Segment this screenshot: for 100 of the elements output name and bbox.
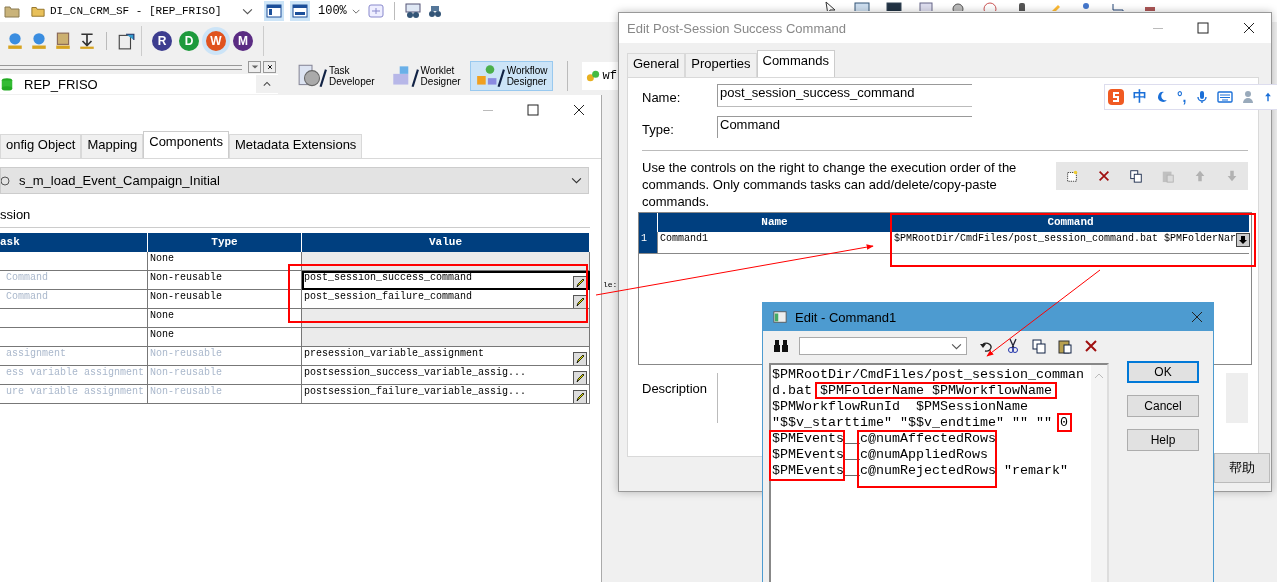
workspace-tab[interactable]: wf [581, 62, 618, 90]
table-cell: Command1 [657, 232, 891, 254]
view-button[interactable] [264, 1, 284, 21]
value-cell[interactable]: post_session_success_command [302, 271, 590, 290]
tool-button[interactable]: Task Developer [292, 61, 380, 91]
row-header[interactable]: 1 [639, 232, 657, 254]
client-button[interactable]: W [204, 29, 228, 53]
close-icon[interactable] [1243, 22, 1255, 34]
command-cell[interactable]: $PMRootDir/CmdFiles/post_session_command.bat $PMFolderNar [891, 232, 1249, 254]
punctuation-toggle[interactable]: °, [1177, 89, 1187, 105]
column-header[interactable]: Name [657, 213, 891, 232]
close-icon [265, 64, 274, 70]
down-arrow-icon [1225, 169, 1239, 183]
folder-icon[interactable] [4, 3, 20, 19]
maximize-icon[interactable] [527, 104, 539, 116]
name-field[interactable]: post_session_success_command [717, 84, 972, 107]
tab[interactable]: Mapping [81, 134, 144, 158]
dialog-button[interactable]: Help [1127, 429, 1199, 451]
copy-icon [1129, 169, 1143, 183]
table-cell: None [148, 252, 302, 271]
view-button[interactable] [290, 1, 310, 21]
table-cell: None [148, 328, 302, 347]
moon-icon[interactable] [1155, 90, 1169, 104]
scissors-icon[interactable] [1005, 338, 1021, 354]
table-cell: Non-reusable [148, 366, 302, 385]
caret-icon [571, 177, 582, 184]
tab[interactable]: onfig Object [0, 134, 82, 158]
table-cell: Non-reusable [148, 385, 302, 404]
chevron-up-icon [263, 81, 271, 87]
globe-icon[interactable] [30, 32, 48, 50]
value-cell[interactable] [302, 328, 590, 347]
shapes-icon [474, 63, 505, 89]
binoculars-icon[interactable] [773, 338, 789, 354]
edit-button[interactable] [573, 276, 587, 289]
table-cell: ure variable assignment [0, 385, 148, 404]
panel-icon [292, 3, 308, 19]
highlight-box [1056, 413, 1072, 432]
globe-icon[interactable] [6, 32, 24, 50]
table-cell: None [148, 309, 302, 328]
tool-button[interactable]: Workflow Designer [469, 61, 553, 91]
keyboard-icon[interactable] [1216, 89, 1233, 105]
instructions-text: Use the controls on the right to change the execution order of the commands. Only commands tasks can add/delete/copy-paste commands. [642, 159, 1018, 210]
window-icon [773, 310, 787, 324]
database-icon [0, 77, 14, 91]
field-label: Type: [642, 121, 675, 137]
tool-button[interactable]: Worklet Designer [383, 61, 466, 91]
client-button[interactable]: M [231, 29, 255, 53]
tab[interactable]: Commands [756, 50, 835, 77]
paste-icon [1161, 169, 1175, 183]
help-button[interactable]: 帮助 [1214, 453, 1270, 483]
column-header[interactable]: Value [302, 233, 590, 252]
column-header[interactable]: Type [148, 233, 302, 252]
microphone-icon[interactable] [1194, 90, 1209, 104]
table-cell: Command [0, 290, 148, 309]
copy-icon[interactable] [1031, 338, 1047, 354]
tab[interactable]: Properties [685, 53, 757, 77]
canvas-label: le: [603, 280, 618, 289]
dialog-button[interactable]: Cancel [1127, 395, 1199, 417]
shapes-icon [585, 69, 600, 83]
section-label: ssion [0, 207, 31, 222]
dialog-button[interactable]: OK [1127, 361, 1199, 383]
close-button[interactable] [263, 61, 276, 73]
binoculars-icon[interactable] [427, 3, 443, 19]
caret-icon [351, 7, 360, 15]
tab[interactable]: Components [143, 131, 229, 158]
tab[interactable]: Metadata Extensions [228, 134, 363, 158]
input-mode-toggle[interactable]: 中 [1133, 88, 1147, 106]
edit-button[interactable] [573, 295, 587, 308]
new-icon [1065, 169, 1079, 183]
repository-name[interactable]: REP_FRISO [24, 76, 98, 92]
window-title: Edit - Command1 [795, 309, 897, 325]
field-label: Description [642, 380, 708, 396]
clipboard-icon[interactable] [117, 32, 135, 50]
binoculars-icon[interactable] [405, 3, 421, 19]
pointer-icon[interactable] [822, 1, 838, 11]
client-button[interactable]: R [150, 29, 174, 53]
close-icon[interactable] [573, 104, 585, 116]
paste-icon[interactable] [1057, 338, 1073, 354]
table-cell: Non-reusable [148, 347, 302, 366]
session-combo[interactable]: s_m_load_Event_Campaign_Initial [0, 167, 589, 194]
client-button[interactable]: D [177, 29, 201, 53]
maximize-icon[interactable] [1197, 22, 1209, 34]
type-field: Command [717, 116, 972, 138]
delete-icon[interactable] [1083, 338, 1099, 354]
table-cell: Command [0, 271, 148, 290]
table-cell: assignment [0, 347, 148, 366]
up-arrow-icon [1193, 169, 1207, 183]
caret-icon [951, 342, 962, 350]
dropdown-button[interactable] [1236, 233, 1251, 247]
transfer-icon[interactable] [78, 32, 96, 50]
field-label: Name: [642, 89, 682, 105]
panel-icon [266, 3, 282, 19]
delete-icon [1097, 169, 1111, 183]
column-header[interactable]: ask [0, 233, 148, 252]
s-logo-icon[interactable] [1107, 88, 1125, 106]
stack-icon[interactable] [54, 32, 72, 50]
value-cell[interactable]: post_session_failure_command [302, 290, 590, 309]
tab[interactable]: General [627, 53, 686, 77]
folder-icon [31, 4, 45, 18]
table-cell: ess variable assignment [0, 366, 148, 385]
